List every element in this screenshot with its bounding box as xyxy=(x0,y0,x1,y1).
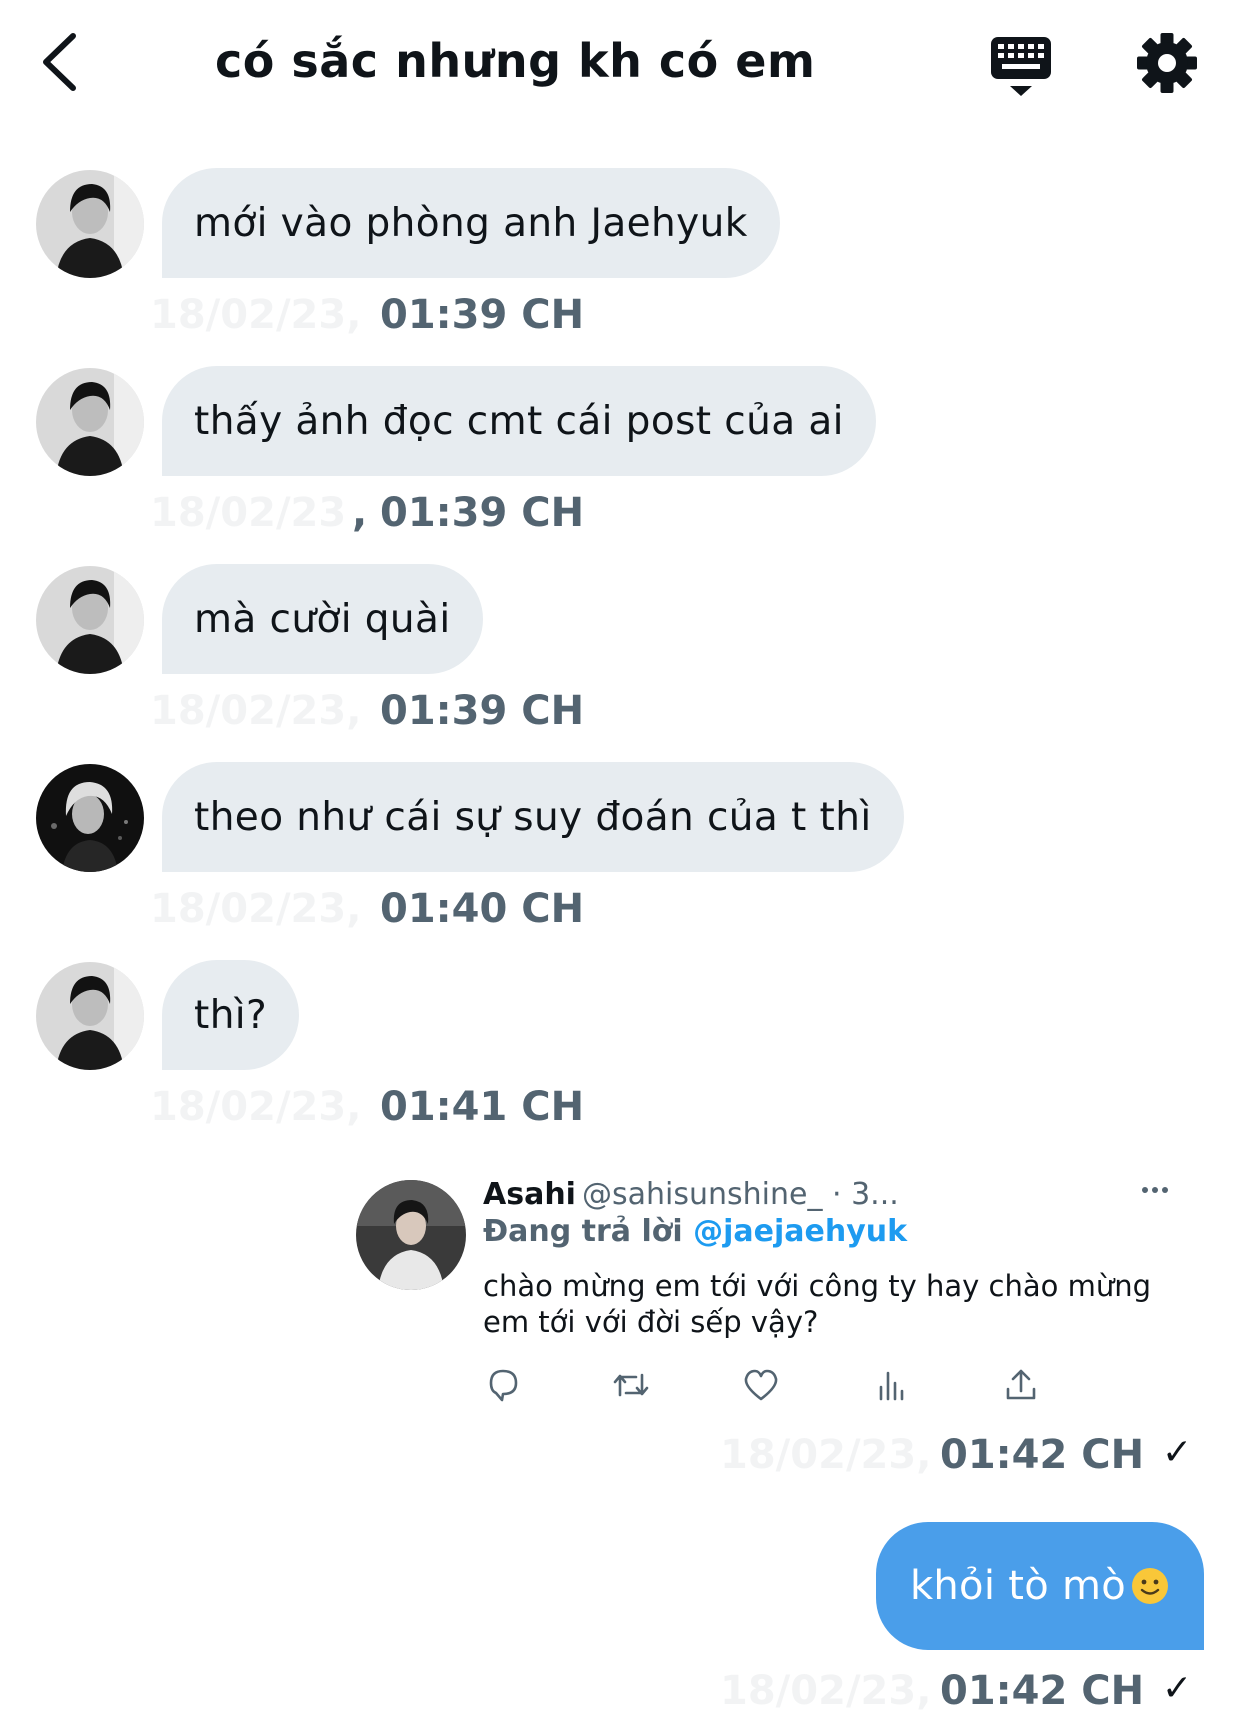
message-bubble[interactable]: theo như cái sự suy đoán của t thì xyxy=(162,762,904,872)
read-status-icon: ✓ xyxy=(1162,1668,1193,1709)
avatar-me-photo xyxy=(36,764,144,872)
read-status-icon: ✓ xyxy=(1162,1432,1193,1473)
message-bubble[interactable]: thấy ảnh đọc cmt cái post của ai xyxy=(162,366,876,476)
message-time: 01:39 CH xyxy=(380,688,585,734)
settings-button[interactable] xyxy=(1136,32,1198,94)
share-button[interactable] xyxy=(1001,1365,1041,1405)
tweet-date: 18/02/23, xyxy=(720,1432,932,1478)
tweet-author-handle[interactable]: @sahisunshine_ · 3... xyxy=(582,1177,899,1212)
reply-icon xyxy=(489,1369,518,1402)
message-date: 18/02/23, xyxy=(150,1084,362,1130)
message-time: 01:39 CH xyxy=(380,292,585,338)
shared-tweet-card[interactable]: Asahi @sahisunshine_ · 3... Đang trả lời… xyxy=(350,1165,1180,1415)
views-button[interactable] xyxy=(871,1365,911,1405)
avatar-sender-photo xyxy=(36,566,144,674)
message-bubble[interactable]: thì? xyxy=(162,960,300,1070)
share-icon xyxy=(1006,1369,1036,1400)
avatar-tweet-author-photo xyxy=(356,1180,466,1290)
tweet-text: chào mừng em tới với công ty hay chào mừ… xyxy=(483,1269,1152,1339)
sent-time: 01:42 CH xyxy=(940,1668,1145,1714)
message-bubble[interactable]: mà cười quài xyxy=(162,564,483,674)
retweet-button[interactable] xyxy=(611,1365,651,1405)
message-separator: , xyxy=(352,490,368,536)
message-date: 18/02/23 xyxy=(150,490,347,536)
tweet-actions xyxy=(483,1365,1123,1409)
tweet-author-name[interactable]: Asahi xyxy=(483,1177,576,1212)
message-time: 01:41 CH xyxy=(380,1084,585,1130)
chevron-left-icon xyxy=(43,33,76,91)
message-time: 01:39 CH xyxy=(380,490,585,536)
message-bubble[interactable]: mới vào phòng anh Jaehyuk xyxy=(162,168,780,278)
more-options-icon[interactable] xyxy=(1140,1175,1170,1213)
message-date: 18/02/23, xyxy=(150,292,362,338)
avatar-sender-photo xyxy=(36,170,144,278)
conversation-title[interactable]: có sắc nhưng kh có em xyxy=(215,34,815,88)
message-date: 18/02/23, xyxy=(150,886,362,932)
avatar-sender-photo xyxy=(36,962,144,1070)
slightly-smiling-face-icon xyxy=(1132,1568,1169,1604)
sent-message-bubble[interactable]: khỏi tò mò xyxy=(876,1522,1204,1650)
like-button[interactable] xyxy=(741,1365,781,1405)
sender-avatar[interactable] xyxy=(36,170,144,278)
reply-context: Đang trả lời @jaejaehyuk xyxy=(483,1214,907,1249)
message-date: 18/02/23, xyxy=(150,688,362,734)
message-time: 01:40 CH xyxy=(380,886,585,932)
sender-avatar[interactable] xyxy=(36,962,144,1070)
sent-date: 18/02/23, xyxy=(720,1668,932,1714)
avatar-sender-photo xyxy=(36,368,144,476)
tweet-time: 01:42 CH xyxy=(940,1432,1145,1478)
sent-message-text: khỏi tò mò xyxy=(909,1563,1127,1609)
sender-avatar[interactable] xyxy=(36,368,144,476)
gear-icon xyxy=(1137,33,1197,93)
keyboard-icon xyxy=(991,37,1051,96)
my-avatar[interactable] xyxy=(36,764,144,872)
reply-prefix: Đang trả lời xyxy=(483,1214,683,1249)
like-icon xyxy=(744,1369,778,1401)
reply-mention-link[interactable]: @jaejaehyuk xyxy=(693,1214,907,1249)
views-icon xyxy=(879,1371,904,1401)
more-horizontal-icon xyxy=(1142,1187,1168,1193)
reply-button[interactable] xyxy=(483,1365,523,1405)
sender-avatar[interactable] xyxy=(36,566,144,674)
chat-header: có sắc nhưng kh có em xyxy=(0,0,1241,140)
back-button[interactable] xyxy=(40,30,100,100)
retweet-icon xyxy=(613,1373,649,1397)
tweet-author-avatar[interactable] xyxy=(356,1180,466,1290)
keyboard-toggle-button[interactable] xyxy=(988,34,1058,100)
